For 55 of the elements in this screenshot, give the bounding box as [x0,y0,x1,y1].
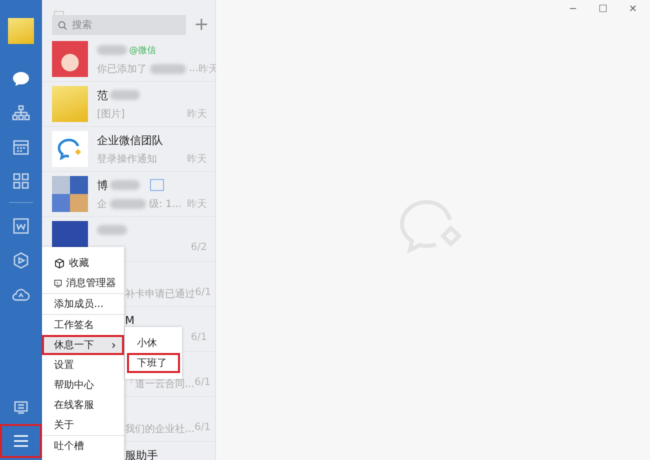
message-preview: 补卡申请已通过 [125,288,195,300]
message-preview: ... [189,63,199,74]
message-preview: 企 [97,198,107,210]
menu-item[interactable]: 收藏 [42,253,124,273]
hexagon-icon[interactable] [13,252,29,268]
message-time: 6/2 [190,242,207,255]
message-time: 6/1 [194,377,211,390]
menu-icon[interactable] [13,435,29,447]
chat-name: 服助手 [125,448,158,460]
message-time: 6/1 [195,287,212,300]
source-tag: @微信 [129,44,156,56]
submenu-arrow-icon: › [111,338,116,352]
close-button[interactable]: ✕ [620,0,646,18]
grid-icon[interactable] [13,173,29,189]
chat-name: M [125,314,134,326]
menu-item[interactable]: 消息管理器 [42,273,124,293]
cube-icon [54,258,65,268]
menu-item[interactable]: 添加成员... [42,294,124,314]
menu-item[interactable]: 在线客服 [42,395,124,415]
search-icon [58,20,67,30]
note-icon[interactable] [14,400,28,414]
chat-name: 博 [97,178,108,192]
message-preview: [图片] [97,108,125,120]
org-chart-icon[interactable] [12,105,30,121]
menu-item[interactable]: 小休 [127,333,180,353]
message-preview: 我们的企业社... [125,422,195,436]
menu-item[interactable]: 吐个槽 [42,436,124,456]
message-preview: 「道一云合同... [125,378,195,390]
menu-item[interactable]: 下班了 [127,353,180,373]
menu-item[interactable]: 关于 [42,415,124,435]
chat-name: 企业微信团队 [97,132,163,148]
menu-item[interactable]: 设置 [42,355,124,375]
message-time: 昨天 [187,108,207,120]
message-time: 昨天 [187,153,207,165]
avatar-image [52,41,88,77]
message-preview: 你已添加了 [97,62,147,76]
message-preview: 级: 1... [149,198,182,210]
avatar-image [52,176,88,212]
message-time: 昨天 [187,198,207,210]
chat-bubble-icon[interactable] [12,71,30,87]
avatar-image [52,86,88,122]
message-preview: 登录操作通知 [97,152,157,166]
monitor-icon [54,278,62,288]
message-time: 6/1 [194,422,211,435]
calendar-icon[interactable] [13,140,29,154]
cloud-icon[interactable] [12,287,30,301]
speech-bubble-logo-icon [57,138,83,160]
chat-name: 范 [97,88,108,102]
menu-item[interactable]: 帮助中心 [42,375,124,395]
message-time: 6/1 [190,332,207,345]
menu-item[interactable]: 工作签名 [42,315,124,335]
maximize-button[interactable]: ☐ [590,0,616,18]
minimize-button[interactable]: ─ [560,0,586,18]
menu-item[interactable]: 休息一下 › [42,335,124,355]
document-icon[interactable] [13,218,29,234]
